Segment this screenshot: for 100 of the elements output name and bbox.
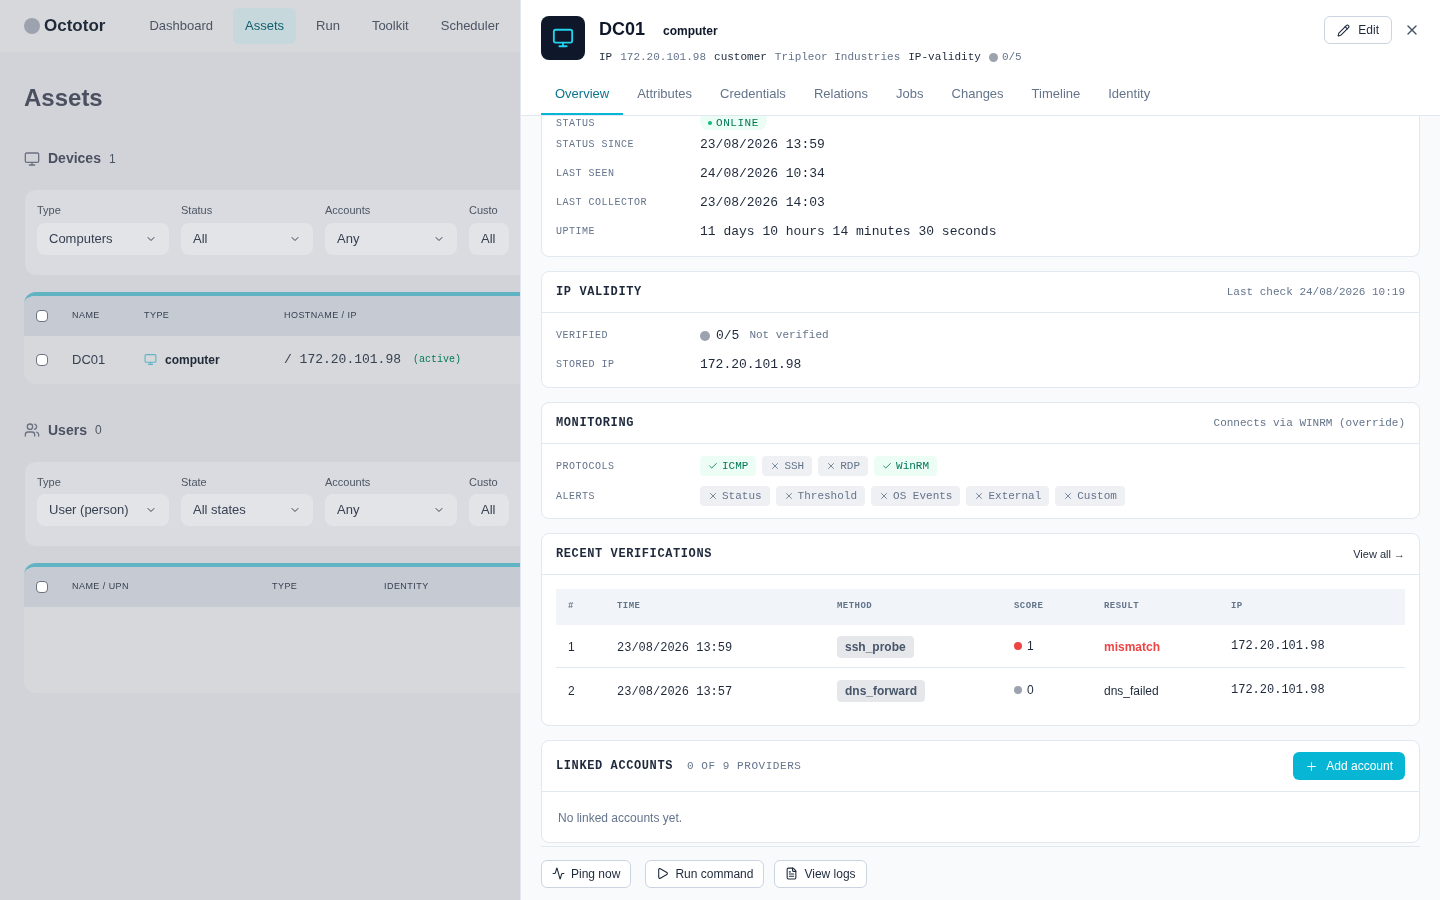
action-button[interactable]: View logs bbox=[774, 859, 867, 888]
filter-select[interactable]: Any bbox=[325, 222, 457, 255]
nav-link[interactable]: Run bbox=[304, 8, 352, 44]
disabled-chip: External bbox=[966, 486, 1050, 506]
filter-label: Accounts bbox=[325, 474, 372, 490]
cross-icon bbox=[826, 461, 837, 471]
disabled-chip: RDP bbox=[818, 456, 869, 476]
app-name: Octotor bbox=[44, 15, 106, 38]
filter-label: Status bbox=[181, 203, 214, 218]
filter-select[interactable]: All bbox=[469, 222, 509, 255]
score-value: 1 bbox=[1027, 638, 1034, 655]
tab[interactable]: Identity bbox=[1094, 83, 1165, 115]
filter-label: Custo bbox=[469, 474, 499, 490]
card-title: IP VALIDITY bbox=[556, 284, 642, 301]
method-tag: dns_forward bbox=[837, 679, 925, 702]
enabled-chip: ICMP bbox=[700, 456, 757, 476]
checkbox[interactable] bbox=[36, 353, 48, 366]
plus-icon bbox=[1305, 759, 1319, 773]
cross-icon bbox=[783, 491, 794, 501]
filter-select[interactable]: Any bbox=[325, 494, 457, 526]
page-title: Assets bbox=[24, 83, 104, 113]
column-header: RESULT bbox=[1104, 600, 1141, 614]
last-check: Last check 24/08/2026 10:19 bbox=[1226, 284, 1405, 300]
table-cell: 23/08/2026 13:59 bbox=[617, 641, 733, 655]
meta-value: 0/5 bbox=[1001, 50, 1022, 65]
field-value: 172.20.101.98 bbox=[700, 355, 802, 374]
device-type: computer bbox=[663, 23, 718, 40]
play-icon bbox=[656, 867, 670, 880]
cross-icon bbox=[708, 491, 718, 501]
table-cell-text: 172.20.101.98 bbox=[1231, 681, 1325, 699]
enabled-chip: WinRM bbox=[874, 456, 938, 476]
filter-select[interactable]: All bbox=[181, 222, 313, 255]
field-label: VERIFIED bbox=[556, 329, 609, 343]
cross-icon bbox=[770, 461, 781, 471]
filter-select[interactable]: All bbox=[469, 494, 509, 526]
count: 0 bbox=[94, 422, 102, 439]
field-value: 0/5 bbox=[716, 326, 740, 345]
checkbox[interactable] bbox=[36, 581, 48, 593]
connection-note: Connects via WINRM (override) bbox=[1213, 415, 1405, 431]
filter-label: Type bbox=[37, 474, 62, 490]
tab[interactable]: Changes bbox=[937, 83, 1018, 115]
tab[interactable]: Relations bbox=[799, 83, 883, 115]
field-value: 23/08/2026 13:59 bbox=[700, 135, 825, 154]
nav-link[interactable]: Toolkit bbox=[359, 8, 421, 44]
field-label: STORED IP bbox=[556, 358, 616, 372]
nav-link[interactable]: Scheduler bbox=[428, 8, 512, 44]
table-cell-text: / 172.20.101.98 bbox=[284, 350, 402, 369]
document-icon bbox=[785, 867, 799, 880]
disabled-chip: Custom bbox=[1055, 486, 1125, 506]
field-value: 24/08/2026 10:34 bbox=[700, 164, 825, 183]
monitor-icon bbox=[24, 150, 40, 167]
nav-link[interactable]: Assets bbox=[233, 8, 296, 44]
tab[interactable]: Timeline bbox=[1017, 83, 1095, 115]
field-label: LAST COLLECTOR bbox=[556, 196, 648, 210]
action-button[interactable]: Ping now bbox=[541, 859, 632, 888]
tab[interactable]: Jobs bbox=[882, 83, 938, 115]
monitor-icon bbox=[144, 353, 157, 366]
tab[interactable]: Attributes bbox=[623, 83, 707, 115]
edit-button[interactable]: Edit bbox=[1324, 16, 1392, 44]
nav-link[interactable]: Dashboard bbox=[137, 8, 225, 44]
check-icon bbox=[882, 461, 893, 471]
view-all-link[interactable]: View all → bbox=[1353, 545, 1405, 563]
table-cell-text: computer bbox=[165, 351, 220, 369]
tab[interactable]: Credentials bbox=[706, 83, 800, 115]
card-title: RECENT VERIFICATIONS bbox=[556, 546, 713, 563]
filter-label: Custo bbox=[469, 203, 499, 218]
disabled-chip: Threshold bbox=[775, 486, 866, 506]
check-icon bbox=[708, 461, 718, 471]
column-header: HOSTNAME / IP bbox=[284, 308, 358, 322]
meta-value: 172.20.101.98 bbox=[620, 50, 707, 65]
method-tag: ssh_probe bbox=[837, 636, 914, 658]
action-button[interactable]: Run command bbox=[645, 859, 765, 888]
column-header: TYPE bbox=[144, 308, 171, 322]
filter-select[interactable]: All states bbox=[181, 494, 313, 526]
column-header: METHOD bbox=[837, 600, 874, 614]
filter-label: State bbox=[181, 474, 208, 490]
filter-label: Type bbox=[37, 203, 62, 218]
provider-count: 0 OF 9 PROVIDERS bbox=[687, 758, 802, 774]
filter-select[interactable]: Computers bbox=[37, 222, 169, 255]
verification-status: Not verified bbox=[749, 328, 829, 344]
section-title: Devices bbox=[48, 149, 101, 168]
disabled-chip: SSH bbox=[762, 456, 813, 476]
filter-select[interactable]: User (person) bbox=[37, 494, 169, 526]
monitor-icon bbox=[552, 27, 574, 49]
logo-icon bbox=[24, 18, 40, 34]
cross-icon bbox=[1063, 491, 1074, 501]
meta-value: Tripleor Industries bbox=[774, 50, 901, 65]
field-value: 11 days 10 hours 14 minutes 30 seconds bbox=[700, 222, 997, 241]
count: 1 bbox=[108, 150, 116, 168]
column-header: TIME bbox=[617, 600, 642, 614]
column-header: SCORE bbox=[1014, 600, 1045, 614]
field-label: PROTOCOLS bbox=[556, 459, 616, 474]
cross-icon bbox=[974, 491, 985, 501]
cross-icon bbox=[879, 491, 890, 501]
result-text: mismatch bbox=[1104, 640, 1161, 654]
users-icon bbox=[24, 422, 40, 438]
table-cell: 2 bbox=[568, 683, 575, 698]
checkbox[interactable] bbox=[36, 309, 48, 322]
device-name: DC01 bbox=[599, 18, 646, 41]
empty-message: No linked accounts yet. bbox=[558, 811, 683, 825]
